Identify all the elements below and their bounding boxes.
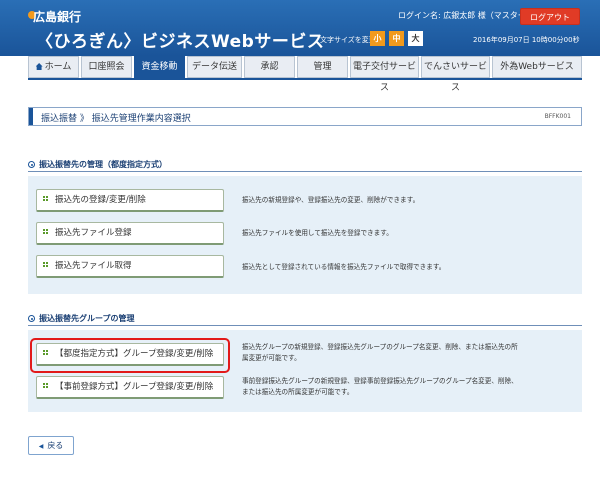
tab-forex[interactable]: 外為Webサービス xyxy=(492,56,582,78)
dots-icon xyxy=(43,262,49,270)
screen-code: BFFK001 xyxy=(544,113,571,120)
font-size-label: 文字サイズを変更 xyxy=(320,36,376,44)
main-nav: ホーム 口座照会 資金移動 データ伝送 承認 管理 電子交付サービス でんさいサ… xyxy=(28,56,582,93)
back-button[interactable]: ◀ 戻る xyxy=(28,436,74,455)
group-edit-ad-hoc-desc: 振込先グループの新規登録、登録振込先グループのグループ名変更、削除、または振込先… xyxy=(242,343,518,362)
group-edit-pre-registered-desc: 事前登録振込先グループの新規登録、登録事前登録振込先グループのグループ名変更、削… xyxy=(242,377,518,396)
section1-divider xyxy=(28,171,582,172)
highlight-box xyxy=(30,338,230,373)
group-edit-pre-registered-button[interactable]: 【事前登録方式】グループ登録/変更/削除 xyxy=(36,376,224,399)
register-change-delete-payee-desc: 振込先の新規登録や、登録振込先の変更、削除ができます。 xyxy=(242,196,420,204)
font-size-large-button[interactable]: 大 xyxy=(408,31,423,46)
register-change-delete-payee-button[interactable]: 振込先の登録/変更/削除 xyxy=(36,189,224,212)
tab-fund-transfer[interactable]: 資金移動 xyxy=(134,56,185,78)
payee-file-download-button[interactable]: 振込先ファイル取得 xyxy=(36,255,224,278)
bank-name: 広島銀行 xyxy=(33,10,82,24)
nav-underline xyxy=(28,78,582,80)
tab-management[interactable]: 管理 xyxy=(297,56,348,78)
page-title: 振込振替 》 振込先管理作業内容選択 xyxy=(41,114,191,124)
section1-heading: 振込振替先の管理（都度指定方式） xyxy=(28,159,167,170)
payee-file-register-button[interactable]: 振込先ファイル登録 xyxy=(36,222,224,245)
font-size-small-button[interactable]: 小 xyxy=(370,31,385,46)
payee-file-download-desc: 振込先として登録されている情報を振込先ファイルで取得できます。 xyxy=(242,263,446,271)
chevron-left-icon: ◀ xyxy=(38,443,44,450)
tab-account-inquiry[interactable]: 口座照会 xyxy=(81,56,132,78)
logout-button[interactable]: ログアウト xyxy=(520,8,580,25)
tab-e-delivery[interactable]: 電子交付サービス xyxy=(350,56,419,93)
font-size-medium-button[interactable]: 中 xyxy=(389,31,404,46)
section2-divider xyxy=(28,325,582,326)
tab-densai[interactable]: でんさいサービス xyxy=(421,56,490,93)
datetime: 2016年09月07日 10時00分00秒 xyxy=(473,36,580,44)
service-name: 〈ひろぎん〉ビジネスWebサービス xyxy=(36,32,325,52)
dots-icon xyxy=(43,383,49,391)
dots-icon xyxy=(43,229,49,237)
title-accent xyxy=(29,108,33,125)
payee-file-register-desc: 振込先ファイルを使用して振込先を登録できます。 xyxy=(242,229,393,237)
dots-icon xyxy=(43,196,49,204)
header-bar: 広島銀行 〈ひろぎん〉ビジネスWebサービス ログイン名: 広銀太郎 様（マスタ… xyxy=(0,0,600,56)
section-bullet-icon xyxy=(28,161,35,168)
page-title-bar: 振込振替 》 振込先管理作業内容選択 BFFK001 xyxy=(28,107,582,126)
tab-data-transmission[interactable]: データ伝送 xyxy=(187,56,242,78)
tab-home[interactable]: ホーム xyxy=(28,56,79,78)
home-icon xyxy=(35,63,43,70)
tab-approval[interactable]: 承認 xyxy=(244,56,295,78)
section-bullet-icon xyxy=(28,315,35,322)
section2-heading: 振込振替先グループの管理 xyxy=(28,313,135,324)
